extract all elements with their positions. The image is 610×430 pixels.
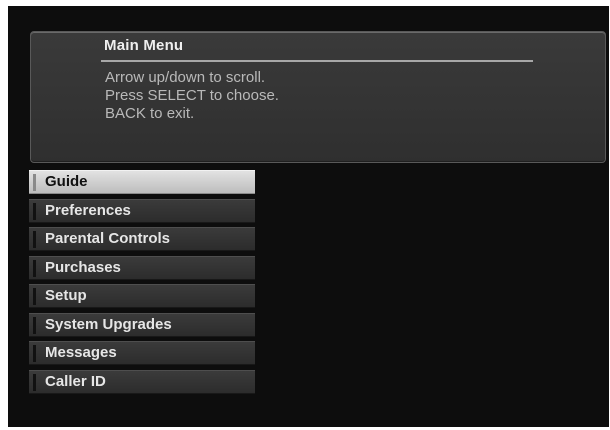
title-divider xyxy=(101,60,533,62)
menu-item-messages[interactable]: Messages xyxy=(29,341,255,365)
menu-item-label: Setup xyxy=(45,287,87,304)
item-notch xyxy=(33,231,36,248)
menu-item-label: Messages xyxy=(45,344,117,361)
item-notch xyxy=(33,316,36,334)
item-notch xyxy=(33,288,36,305)
menu-item-label: Purchases xyxy=(45,258,121,276)
main-menu-list: Guide Preferences Parental Controls Purc… xyxy=(29,170,255,398)
header-panel: Main Menu Arrow up/down to scroll. Press… xyxy=(30,31,606,163)
help-text-scroll: Arrow up/down to scroll. xyxy=(105,69,266,86)
menu-item-setup[interactable]: Setup xyxy=(29,284,255,308)
menu-item-purchases[interactable]: Purchases xyxy=(29,255,255,280)
tv-screen: Main Menu Arrow up/down to scroll. Press… xyxy=(8,6,609,427)
menu-item-label: Parental Controls xyxy=(45,230,171,247)
item-notch xyxy=(33,345,36,362)
menu-item-label: Preferences xyxy=(45,201,131,219)
help-text-select: Press SELECT to choose. xyxy=(105,87,279,104)
menu-item-preferences[interactable]: Preferences xyxy=(29,198,255,223)
item-notch xyxy=(33,373,36,391)
menu-title: Main Menu xyxy=(104,37,184,54)
menu-item-caller-id[interactable]: Caller ID xyxy=(29,369,255,394)
item-notch xyxy=(33,202,36,220)
help-text-back: BACK to exit. xyxy=(105,105,195,122)
menu-item-guide[interactable]: Guide xyxy=(29,170,255,194)
menu-item-parental-controls[interactable]: Parental Controls xyxy=(29,227,255,251)
menu-item-label: Caller ID xyxy=(45,372,106,390)
menu-item-label: Guide xyxy=(45,173,88,190)
item-notch xyxy=(33,174,36,191)
menu-item-label: System Upgrades xyxy=(45,315,172,333)
menu-item-system-upgrades[interactable]: System Upgrades xyxy=(29,312,255,337)
item-notch xyxy=(33,259,36,277)
